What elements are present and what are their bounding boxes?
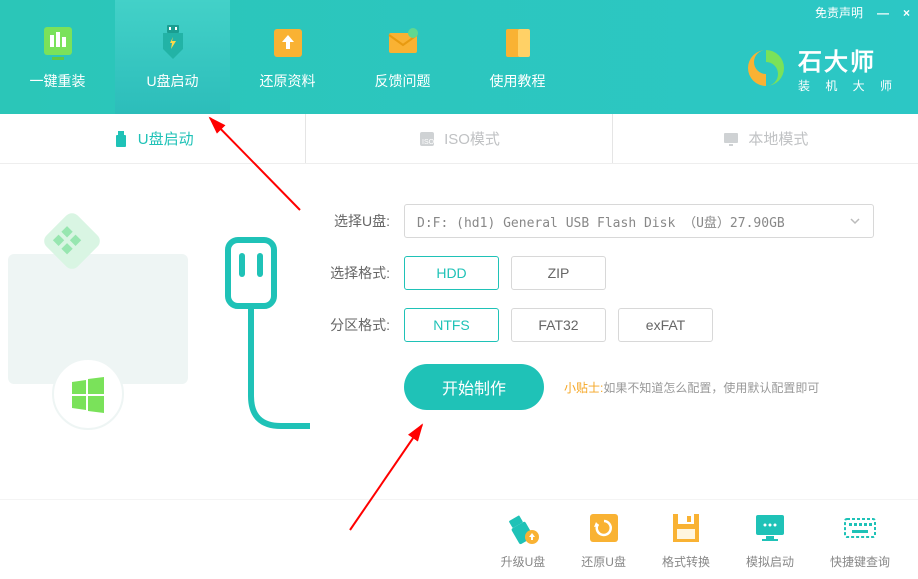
minimize-button[interactable]: — xyxy=(877,6,889,20)
disclaimer-link[interactable]: 免责声明 xyxy=(815,4,863,21)
format-opt-hdd[interactable]: HDD xyxy=(404,256,499,290)
nav-tutorial[interactable]: 使用教程 xyxy=(460,0,575,114)
bot-label: 快捷键查询 xyxy=(830,553,890,570)
bot-label: 模拟启动 xyxy=(746,553,794,570)
brand: 石大师 装 机 大 师 xyxy=(744,42,898,94)
keyboard-icon xyxy=(841,509,879,547)
restore-icon xyxy=(585,509,623,547)
bot-label: 格式转换 xyxy=(662,553,710,570)
header: 免责声明 — × 一键重装 U盘启动 还原资料 反馈问题 使用教程 xyxy=(0,0,918,114)
usb-select-value: D:F: (hd1) General USB Flash Disk （U盘）27… xyxy=(417,212,785,231)
partition-opt-ntfs[interactable]: NTFS xyxy=(404,308,499,342)
usb-select-label: 选择U盘: xyxy=(310,211,390,231)
nav-label: 一键重装 xyxy=(30,71,86,91)
tab-local[interactable]: 本地模式 xyxy=(613,114,918,163)
tab-label: U盘启动 xyxy=(138,128,194,149)
usb-upgrade-icon xyxy=(504,509,542,547)
iso-icon: ISO xyxy=(418,130,436,148)
usb-select[interactable]: D:F: (hd1) General USB Flash Disk （U盘）27… xyxy=(404,204,874,238)
bar-chart-icon xyxy=(38,23,78,63)
format-label: 选择格式: xyxy=(310,263,390,283)
restore-usb-button[interactable]: 还原U盘 xyxy=(581,509,626,570)
brand-subtitle: 装 机 大 师 xyxy=(798,77,898,94)
nav-label: 还原资料 xyxy=(260,71,316,91)
upgrade-usb-button[interactable]: 升级U盘 xyxy=(501,509,546,570)
form: 选择U盘: D:F: (hd1) General USB Flash Disk … xyxy=(310,164,918,499)
monitor-icon xyxy=(722,130,740,148)
window-controls: 免责声明 — × xyxy=(815,4,910,21)
usb-illustration-icon xyxy=(0,164,310,499)
main-area: 选择U盘: D:F: (hd1) General USB Flash Disk … xyxy=(0,164,918,499)
monitor-dots-icon xyxy=(751,509,789,547)
tip-text: 小贴士:如果不知道怎么配置，使用默认配置即可 xyxy=(564,379,819,396)
simulate-boot-button[interactable]: 模拟启动 xyxy=(746,509,794,570)
brand-title: 石大师 xyxy=(798,42,898,77)
start-button[interactable]: 开始制作 xyxy=(404,364,544,410)
nav-usb-boot[interactable]: U盘启动 xyxy=(115,0,230,114)
nav-label: 使用教程 xyxy=(490,71,546,91)
nav-label: 反馈问题 xyxy=(375,71,431,91)
decoration-panel xyxy=(0,164,310,499)
bottom-toolbar: 升级U盘 还原U盘 格式转换 模拟启动 快捷键查询 xyxy=(0,499,918,579)
chevron-down-icon xyxy=(849,215,861,227)
tab-label: ISO模式 xyxy=(444,128,500,149)
partition-label: 分区格式: xyxy=(310,315,390,335)
nav-restore[interactable]: 还原资料 xyxy=(230,0,345,114)
nav-feedback[interactable]: 反馈问题 xyxy=(345,0,460,114)
nav-label: U盘启动 xyxy=(146,71,198,91)
svg-text:ISO: ISO xyxy=(422,139,435,146)
tab-iso[interactable]: ISO ISO模式 xyxy=(306,114,611,163)
floppy-icon xyxy=(667,509,705,547)
format-convert-button[interactable]: 格式转换 xyxy=(662,509,710,570)
usb-shield-icon xyxy=(153,23,193,63)
mail-icon xyxy=(383,23,423,63)
partition-opt-exfat[interactable]: exFAT xyxy=(618,308,713,342)
partition-opt-fat32[interactable]: FAT32 xyxy=(511,308,606,342)
format-opt-zip[interactable]: ZIP xyxy=(511,256,606,290)
tab-usb-boot[interactable]: U盘启动 xyxy=(0,114,305,163)
tab-bar: U盘启动 ISO ISO模式 本地模式 xyxy=(0,114,918,164)
usb-icon xyxy=(112,130,130,148)
bot-label: 升级U盘 xyxy=(501,553,546,570)
tip-label: 小贴士: xyxy=(564,381,603,395)
upload-box-icon xyxy=(268,23,308,63)
nav-reinstall[interactable]: 一键重装 xyxy=(0,0,115,114)
bot-label: 还原U盘 xyxy=(581,553,626,570)
shortcut-query-button[interactable]: 快捷键查询 xyxy=(830,509,890,570)
brand-logo-icon xyxy=(744,46,788,90)
book-icon xyxy=(498,23,538,63)
tab-label: 本地模式 xyxy=(748,128,808,149)
close-button[interactable]: × xyxy=(903,6,910,20)
